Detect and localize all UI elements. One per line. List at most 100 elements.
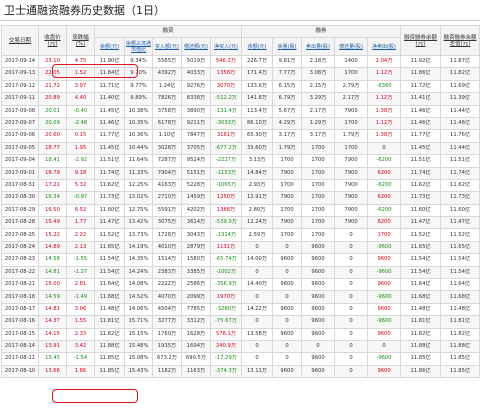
cell-total-balance: 11.68亿	[400, 290, 442, 304]
cell-sec-net: -9600	[367, 240, 402, 255]
cell-balance-diff: 11.68亿	[440, 290, 480, 304]
col-sec-qty-header[interactable]: 余量(股)	[272, 37, 303, 56]
cell-balance-diff: 11.65亿	[440, 240, 480, 255]
cell-close: 18.79	[38, 166, 67, 180]
cell-close: 18.41	[38, 154, 67, 168]
cell-total-balance: 11.54亿	[400, 265, 442, 280]
cell-fin-buy: 1935万	[152, 339, 182, 354]
table-row: 2017-08-15 14.15 2.33 11.82亿 15.15% 1760万 1628…	[1, 327, 480, 342]
col-change-header[interactable]: 涨跌幅(%)	[66, 25, 95, 56]
cell-sec-sell: 1.29万	[301, 116, 336, 131]
cell-sec-net: -6200	[367, 154, 402, 168]
cell-sec-qty: 6.79万	[272, 92, 303, 106]
cell-change: -0.97	[66, 191, 95, 205]
cell-date: 2017-08-30	[1, 191, 39, 205]
table-row: 2017-09-06 20.60 0.15 11.77亿 10.36% 1.10亿 7847…	[1, 129, 480, 143]
cell-fin-buy: 6178万	[152, 116, 182, 131]
cell-fin-buy: 4504万	[152, 302, 182, 317]
cell-fin-repay: 3890万	[181, 104, 211, 118]
cell-total-balance: 11.51亿	[400, 154, 442, 168]
cell-fin-balance: 11.60亿	[94, 203, 125, 218]
cell-fin-net: -17.29万	[209, 352, 243, 366]
cell-fin-buy: 3758万	[152, 104, 182, 118]
cell-close: 15.22	[38, 228, 67, 242]
cell-total-balance: 11.64亿	[400, 278, 442, 292]
cell-fin-net: -1065万	[209, 178, 243, 193]
cell-fin-net: -1153万	[209, 166, 243, 180]
cell-fin-repay: 3614万	[181, 216, 211, 230]
cell-sec-net: 9600	[367, 253, 402, 267]
cell-fin-balance: 11.40亿	[94, 92, 125, 106]
cell-sec-qty: 5.67万	[272, 104, 303, 118]
cell-balance-diff: 11.76亿	[440, 129, 480, 143]
cell-fin-repay: 1580万	[181, 253, 211, 267]
cell-change: 2.22	[66, 228, 95, 242]
cell-fin-buy: 4392万	[152, 67, 182, 81]
col-fin-net-header[interactable]: 净买入(元)	[209, 37, 243, 56]
cell-balance-diff: 11.62亿	[440, 178, 480, 193]
cell-sec-qty: 1.79万	[272, 141, 303, 156]
cell-fin-balance: 11.90亿	[94, 54, 125, 69]
cell-sec-repay: 0	[334, 240, 369, 255]
securities-group-header: 融券	[241, 25, 402, 38]
col-balance-diff-header[interactable]: 融资融券余额差值(元)	[440, 25, 480, 56]
col-sec-repay-header[interactable]: 偿还量(股)	[334, 37, 369, 56]
table-row: 2017-08-28 15.49 1.77 11.47亿 13.42% 3075万 3614…	[1, 216, 480, 230]
cell-close: 13.66	[38, 364, 67, 379]
cell-sec-repay: 0	[334, 315, 369, 329]
cell-sec-qty: 9600	[272, 302, 303, 317]
cell-sec-qty: 3.17万	[272, 129, 303, 143]
cell-total-balance: 11.48亿	[400, 302, 442, 317]
cell-date: 2017-09-13	[1, 67, 39, 81]
cell-sec-qty: 0	[272, 352, 303, 366]
col-fin-repay-header[interactable]: 偿还额(元)	[181, 37, 211, 56]
cell-sec-net: -6200	[367, 203, 402, 218]
col-sec-balance-header[interactable]: 余额(元)	[241, 37, 274, 56]
col-sec-net-header[interactable]: 净卖出(股)	[367, 37, 402, 56]
cell-close: 15.00	[38, 278, 67, 292]
cell-sec-balance: 14.00万	[241, 253, 274, 267]
cell-fin-balance: 11.48亿	[94, 302, 125, 317]
col-fin-balance-header[interactable]: 余额(元)	[94, 37, 125, 56]
cell-close: 22.05	[38, 67, 67, 81]
cell-sec-net: -9600	[367, 352, 402, 366]
col-total-balance-header[interactable]: 融资融券余额(元)	[400, 25, 442, 56]
cell-fin-repay: 9276万	[181, 79, 211, 94]
cell-close: 13.45	[38, 352, 67, 366]
cell-fin-ratio: 10.44%	[124, 141, 153, 156]
col-close-header[interactable]: 收盘价(元)	[38, 25, 67, 56]
cell-fin-balance: 11.45亿	[94, 104, 125, 118]
col-fin-buy-header[interactable]: 买入额(元)	[152, 37, 182, 56]
cell-sec-net: 6200	[367, 216, 402, 230]
table-row: 2017-08-21 15.00 2.81 11.64亿 14.08% 2222万 2586…	[1, 278, 480, 292]
cell-sec-balance: 226.7万	[241, 54, 274, 69]
cell-fin-buy: 1182万	[152, 364, 182, 379]
cell-sec-repay: 1700	[334, 67, 369, 81]
cell-fin-repay: 1628万	[181, 327, 211, 342]
cell-sec-qty: 1700	[272, 203, 303, 218]
cell-sec-qty: 9600	[272, 253, 303, 267]
cell-date: 2017-08-31	[1, 178, 39, 193]
cell-balance-diff: 11.60亿	[440, 203, 480, 218]
table-row: 2017-08-16 14.37 1.55 11.81亿 15.71% 3277万 3312…	[1, 315, 480, 329]
cell-balance-diff: 11.48亿	[440, 302, 480, 317]
cell-fin-buy: 1.10亿	[152, 129, 182, 143]
cell-balance-diff: 11.69亿	[440, 79, 480, 94]
col-fin-ratio-header[interactable]: 余额占流通市值比	[124, 37, 153, 56]
cell-fin-net: -1002万	[209, 265, 243, 280]
col-date-header[interactable]: 交易日期	[1, 25, 39, 56]
col-sec-sell-header[interactable]: 卖出量(股)	[301, 37, 336, 56]
cell-sec-qty: 0	[272, 290, 303, 304]
cell-fin-balance: 11.85亿	[94, 364, 125, 379]
cell-fin-ratio: 15.43%	[124, 364, 153, 379]
cell-sec-qty: 0	[272, 265, 303, 280]
table-row: 2017-09-04 18.41 -2.92 11.51亿 11.64% 7287万 952…	[1, 154, 480, 168]
cell-fin-net: -2237万	[209, 154, 243, 168]
cell-fin-net: 1250万	[209, 191, 243, 205]
cell-fin-ratio: 14.06%	[124, 302, 153, 317]
cell-change: 3.06	[66, 302, 95, 317]
cell-sec-repay: 0	[334, 253, 369, 267]
cell-change: -1.27	[66, 265, 95, 280]
cell-sec-repay: 0	[334, 327, 369, 342]
cell-sec-qty: 6.15万	[272, 79, 303, 94]
